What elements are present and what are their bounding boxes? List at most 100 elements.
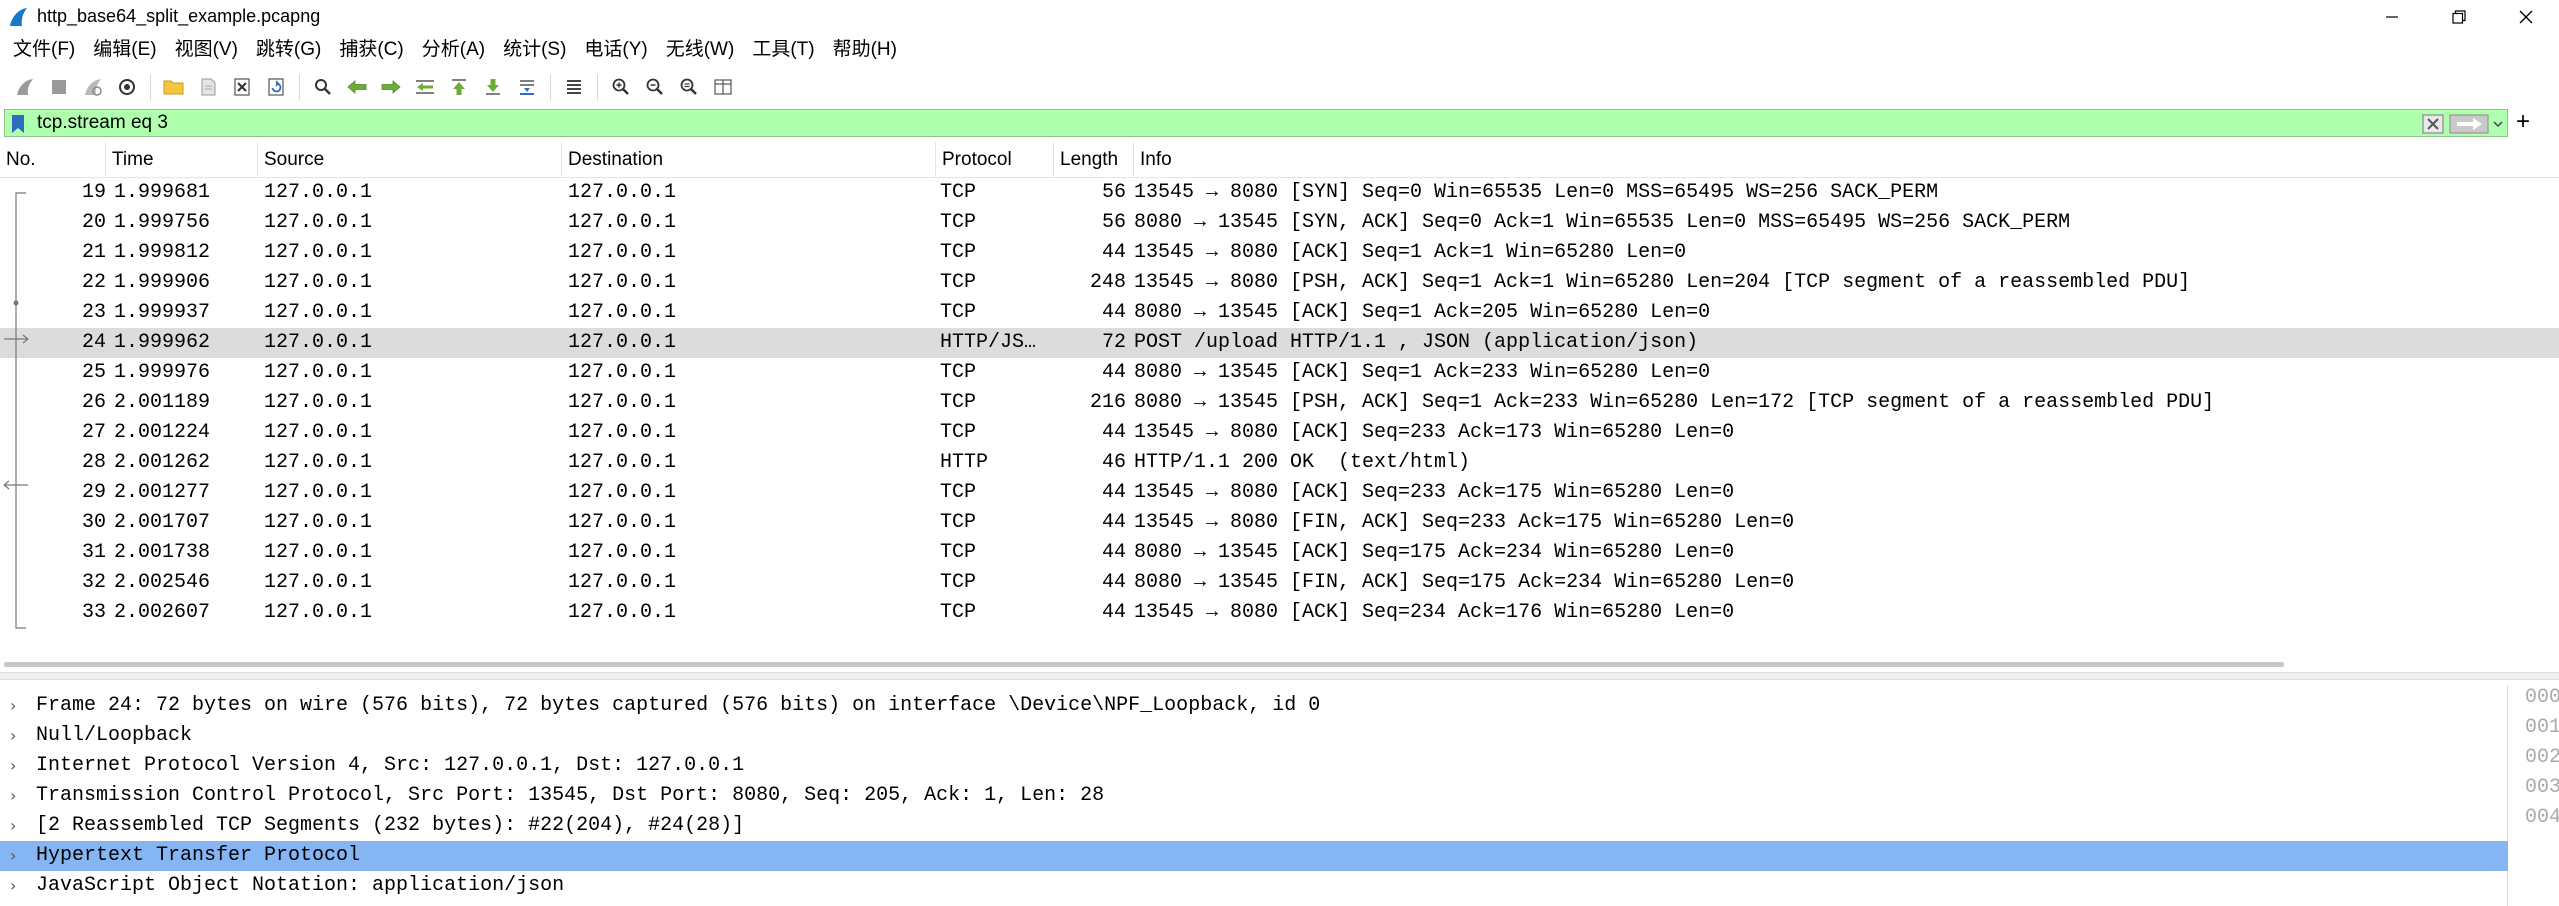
packet-row[interactable]: 26 2.001189 127.0.0.1 127.0.0.1 TCP 216 8080 →… bbox=[0, 388, 2559, 418]
menu-tools[interactable]: 工具(T) bbox=[743, 33, 823, 67]
chevron-right-icon[interactable]: › bbox=[10, 691, 16, 721]
chevron-right-icon[interactable]: › bbox=[10, 811, 16, 841]
column-header-info[interactable]: Info bbox=[1134, 142, 2559, 178]
packet-row[interactable]: 21 1.999812 127.0.0.1 127.0.0.1 TCP 44 13545 →… bbox=[0, 238, 2559, 268]
find-packet-button[interactable] bbox=[306, 70, 340, 104]
normal-size-button[interactable] bbox=[672, 70, 706, 104]
packet-info: 13545 → 8080 [ACK] Seq=233 Ack=175 Win=6… bbox=[1134, 481, 1735, 504]
menu-wireless[interactable]: 无线(W) bbox=[657, 33, 744, 67]
menu-edit[interactable]: 编辑(E) bbox=[84, 33, 165, 67]
packet-row[interactable]: 23 1.999937 127.0.0.1 127.0.0.1 TCP 44 8080 → … bbox=[0, 298, 2559, 328]
packet-row[interactable]: 28 2.001262 127.0.0.1 127.0.0.1 HTTP 46 HTTP/1… bbox=[0, 448, 2559, 478]
packet-info: 8080 → 13545 [ACK] Seq=175 Ack=234 Win=6… bbox=[1134, 541, 1735, 564]
chevron-right-icon[interactable]: › bbox=[10, 751, 16, 781]
zoom-out-button[interactable] bbox=[638, 70, 672, 104]
menu-file[interactable]: 文件(F) bbox=[4, 33, 84, 67]
title-bar: http_base64_split_example.pcapng bbox=[0, 0, 2559, 33]
packet-row[interactable]: 25 1.999976 127.0.0.1 127.0.0.1 TCP 44 8080 → … bbox=[0, 358, 2559, 388]
packet-protocol: TCP bbox=[940, 241, 977, 264]
packet-info: 8080 → 13545 [ACK] Seq=1 Ack=205 Win=652… bbox=[1134, 301, 1711, 324]
detail-tree-item[interactable]: › [2 Reassembled TCP Segments (232 bytes)… bbox=[0, 811, 2508, 841]
packet-row[interactable]: 29 2.001277 127.0.0.1 127.0.0.1 TCP 44 13545 →… bbox=[0, 478, 2559, 508]
close-file-button[interactable] bbox=[225, 70, 259, 104]
packet-length: 44 bbox=[1101, 361, 1126, 384]
chevron-right-icon[interactable]: › bbox=[10, 721, 16, 751]
column-header-protocol[interactable]: Protocol bbox=[936, 142, 1054, 178]
packet-row[interactable]: 24 1.999962 127.0.0.1 127.0.0.1 HTTP/JS… 72 PO… bbox=[0, 328, 2559, 358]
packet-row[interactable]: 33 2.002607 127.0.0.1 127.0.0.1 TCP 44 13545 →… bbox=[0, 598, 2559, 628]
chevron-right-icon[interactable]: › bbox=[10, 841, 16, 871]
menu-go[interactable]: 跳转(G) bbox=[247, 33, 330, 67]
packet-row[interactable]: 22 1.999906 127.0.0.1 127.0.0.1 TCP 248 13545 … bbox=[0, 268, 2559, 298]
start-capture-button[interactable] bbox=[8, 70, 42, 104]
packet-protocol: TCP bbox=[940, 181, 977, 204]
go-back-button[interactable] bbox=[340, 70, 374, 104]
column-header-source[interactable]: Source bbox=[258, 142, 562, 178]
bookmark-icon[interactable] bbox=[10, 114, 26, 134]
wireshark-fin-icon bbox=[10, 7, 27, 26]
column-header-destination[interactable]: Destination bbox=[562, 142, 936, 178]
close-window-button[interactable] bbox=[2492, 0, 2559, 33]
detail-tree-item[interactable]: › Hypertext Transfer Protocol bbox=[0, 841, 2508, 871]
detail-tree-item[interactable]: › JavaScript Object Notation: application… bbox=[0, 871, 2508, 901]
detail-tree-item[interactable]: › Internet Protocol Version 4, Src: 127.0… bbox=[0, 751, 2508, 781]
save-file-button[interactable] bbox=[191, 70, 225, 104]
detail-tree-item[interactable]: › Null/Loopback bbox=[0, 721, 2508, 751]
column-header-length[interactable]: Length bbox=[1054, 142, 1134, 178]
apply-filter-icon[interactable] bbox=[2449, 114, 2489, 134]
pane-splitter[interactable] bbox=[0, 672, 2559, 680]
menu-help[interactable]: 帮助(H) bbox=[824, 33, 906, 67]
chevron-right-icon[interactable]: › bbox=[10, 871, 16, 901]
packet-row[interactable]: 31 2.001738 127.0.0.1 127.0.0.1 TCP 44 8080 → … bbox=[0, 538, 2559, 568]
packet-info: 13545 → 8080 [ACK] Seq=233 Ack=173 Win=6… bbox=[1134, 421, 1735, 444]
packet-row[interactable]: 32 2.002546 127.0.0.1 127.0.0.1 TCP 44 8080 → … bbox=[0, 568, 2559, 598]
menu-statistics[interactable]: 统计(S) bbox=[494, 33, 575, 67]
minimize-button[interactable] bbox=[2358, 0, 2425, 33]
detail-tree-label: Frame 24: 72 bytes on wire (576 bits), 7… bbox=[36, 694, 1321, 717]
detail-tree-item[interactable]: › Frame 24: 72 bytes on wire (576 bits), … bbox=[0, 691, 2508, 721]
resize-columns-button[interactable] bbox=[706, 70, 740, 104]
normal-size-icon bbox=[680, 78, 697, 95]
go-to-packet-button[interactable] bbox=[408, 70, 442, 104]
packet-row[interactable]: 19 1.999681 127.0.0.1 127.0.0.1 TCP 56 13545 →… bbox=[0, 178, 2559, 208]
column-header-no[interactable]: No. bbox=[0, 142, 106, 178]
packet-row[interactable]: 27 2.001224 127.0.0.1 127.0.0.1 TCP 44 13545 →… bbox=[0, 418, 2559, 448]
capture-options-button[interactable] bbox=[110, 70, 144, 104]
colorize-button[interactable] bbox=[557, 70, 591, 104]
autoscroll-button[interactable] bbox=[510, 70, 544, 104]
packet-time: 1.999756 bbox=[114, 211, 211, 234]
restore-icon bbox=[2451, 9, 2466, 24]
go-forward-icon bbox=[381, 79, 401, 94]
chevron-down-icon[interactable] bbox=[2491, 114, 2505, 134]
stop-capture-button[interactable] bbox=[42, 70, 76, 104]
reload-file-button[interactable] bbox=[259, 70, 293, 104]
packet-protocol: TCP bbox=[940, 271, 977, 294]
packet-row[interactable]: 30 2.001707 127.0.0.1 127.0.0.1 TCP 44 13545 →… bbox=[0, 508, 2559, 538]
packet-destination: 127.0.0.1 bbox=[568, 541, 677, 564]
clear-filter-icon[interactable] bbox=[2422, 114, 2444, 134]
packet-time: 1.999681 bbox=[114, 181, 211, 204]
zoom-in-button[interactable] bbox=[604, 70, 638, 104]
go-first-button[interactable] bbox=[442, 70, 476, 104]
go-forward-button[interactable] bbox=[374, 70, 408, 104]
menu-view[interactable]: 视图(V) bbox=[166, 33, 247, 67]
menu-analyze[interactable]: 分析(A) bbox=[413, 33, 494, 67]
menu-telephony[interactable]: 电话(Y) bbox=[575, 33, 656, 67]
open-file-button[interactable] bbox=[157, 70, 191, 104]
main-toolbar bbox=[0, 67, 2559, 106]
menu-capture[interactable]: 捕获(C) bbox=[330, 33, 412, 67]
restart-capture-button[interactable] bbox=[76, 70, 110, 104]
column-header-time[interactable]: Time bbox=[106, 142, 258, 178]
packet-info: POST /upload HTTP/1.1 , JSON (applicatio… bbox=[1134, 331, 1699, 354]
detail-tree-item[interactable]: › Transmission Control Protocol, Src Port… bbox=[0, 781, 2508, 811]
byte-offset: 000 bbox=[2525, 686, 2559, 709]
packet-length: 248 bbox=[1089, 271, 1126, 294]
chevron-right-icon[interactable]: › bbox=[10, 781, 16, 811]
display-filter-input[interactable] bbox=[37, 110, 2397, 136]
add-filter-button[interactable]: + bbox=[2516, 110, 2530, 134]
maximize-button[interactable] bbox=[2425, 0, 2492, 33]
packet-row[interactable]: 20 1.999756 127.0.0.1 127.0.0.1 TCP 56 8080 → … bbox=[0, 208, 2559, 238]
go-last-icon bbox=[486, 78, 500, 95]
go-last-button[interactable] bbox=[476, 70, 510, 104]
horizontal-scrollbar[interactable] bbox=[4, 662, 2284, 667]
